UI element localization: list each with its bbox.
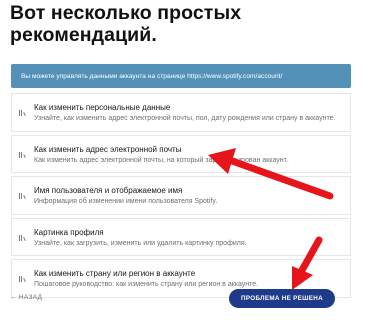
back-link[interactable]: ← НАЗАД — [10, 294, 42, 301]
account-info-banner[interactable]: Вы можете управлять данными аккаунта на … — [11, 64, 351, 88]
article-title: Как изменить адрес электронной почты — [34, 144, 182, 154]
article-item-email[interactable]: Как изменить адрес электронной почты Как… — [11, 134, 351, 173]
problem-button-label: ПРОБЛЕМА НЕ РЕШЕНА — [241, 295, 323, 302]
article-description: Информация об изменении имени пользовате… — [34, 198, 218, 205]
article-description: Как изменить адрес электронной почты, на… — [34, 156, 288, 164]
heading-line-1: Вот несколько простых — [10, 2, 242, 24]
article-description: Узнайте, как изменить адрес электронной … — [34, 115, 336, 122]
article-title: Как изменить персональные данные — [34, 103, 171, 112]
article-icon — [19, 274, 26, 283]
article-item-username[interactable]: Имя пользователя и отображаемое имя Инфо… — [11, 176, 351, 215]
article-title: Как изменить страну или регион в аккаунт… — [34, 269, 196, 278]
article-icon — [19, 108, 26, 117]
article-icon — [19, 150, 26, 158]
article-title: Имя пользователя и отображаемое имя — [34, 186, 183, 195]
heading-line-2: рекомендаций. — [10, 24, 157, 46]
banner-text: Вы можете управлять данными аккаунта на … — [21, 72, 283, 80]
article-item-personal-data[interactable]: Как изменить персональные данные Узнайте… — [11, 93, 351, 132]
article-icon — [19, 191, 26, 200]
article-icon — [19, 233, 26, 241]
page-heading: Вот несколько простых рекомендаций. — [10, 2, 360, 46]
problem-not-solved-button[interactable]: ПРОБЛЕМА НЕ РЕШЕНА — [229, 289, 335, 308]
help-article-list: Как изменить персональные данные Узнайте… — [11, 93, 351, 301]
article-description: Узнайте, как загрузить, изменить или уда… — [34, 239, 247, 247]
article-title: Картинка профиля — [34, 227, 104, 237]
article-description: Пошаговое руководство: как изменить стра… — [34, 281, 259, 288]
article-item-profile-picture[interactable]: Картинка профиля Узнайте, как загрузить,… — [11, 217, 351, 256]
